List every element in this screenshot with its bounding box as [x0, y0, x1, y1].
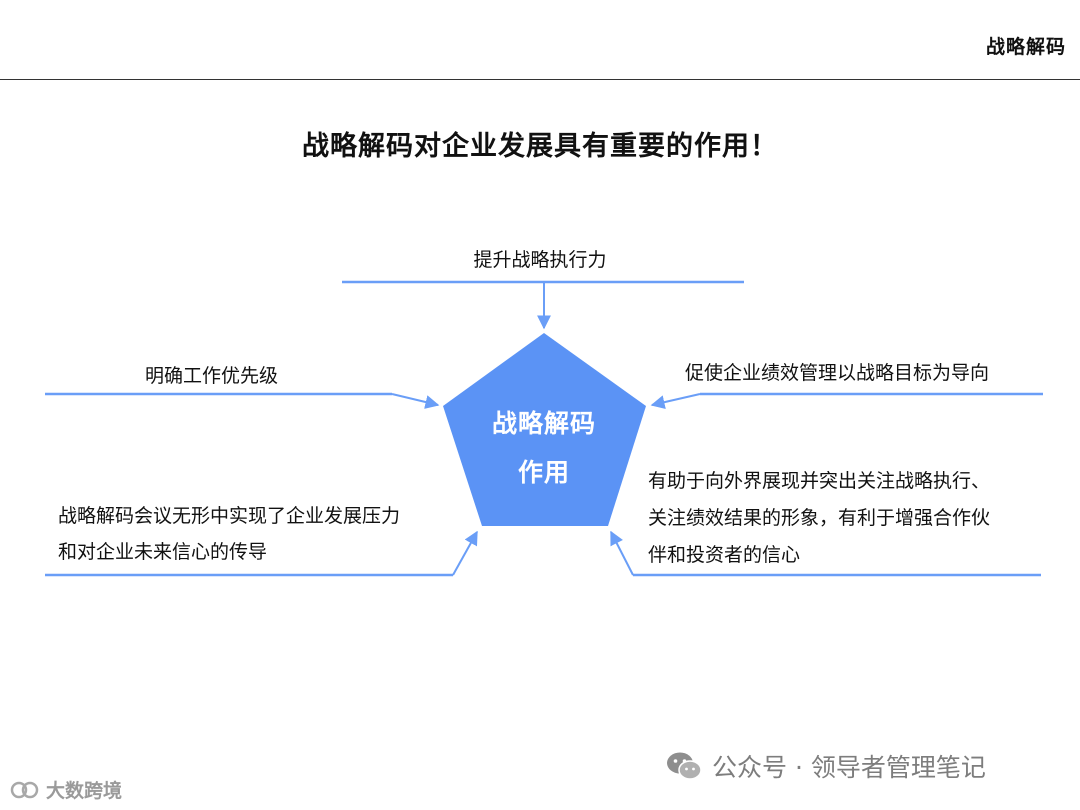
brand-logo-icon [10, 781, 39, 798]
node-top-label: 提升战略执行力 [473, 249, 607, 271]
node-bottom-left-line1: 战略解码会议无形中实现了企业发展压力 [58, 505, 401, 527]
left-arrow [391, 393, 440, 409]
brand-watermark: 大数跨境 [10, 776, 122, 803]
right-arrow [650, 393, 701, 410]
center-label-line2: 作用 [517, 458, 570, 487]
node-bottom-left-line2: 和对企业未来信心的传导 [58, 541, 268, 563]
center-label-line1: 战略解码 [491, 409, 596, 438]
node-right-label: 促使企业绩效管理以战略目标为导向 [685, 362, 990, 384]
wechat-watermark-text: 公众号 · 领导者管理笔记 [712, 753, 986, 782]
node-bottom-right-line2: 关注绩效结果的形象，有利于增强合作伙 [648, 507, 991, 529]
wechat-watermark: 公众号 · 领导者管理笔记 [666, 748, 986, 784]
brand-watermark-text: 大数跨境 [46, 780, 123, 802]
node-bottom-right-line1: 有助于向外界展现并突出关注战略执行、 [648, 470, 991, 492]
bottom-right-arrow [610, 530, 634, 576]
wechat-icon [667, 752, 702, 780]
node-bottom-right-line3: 伴和投资者的信心 [648, 544, 801, 566]
node-left-label: 明确工作优先级 [145, 365, 279, 387]
bottom-left-arrow [452, 530, 478, 576]
